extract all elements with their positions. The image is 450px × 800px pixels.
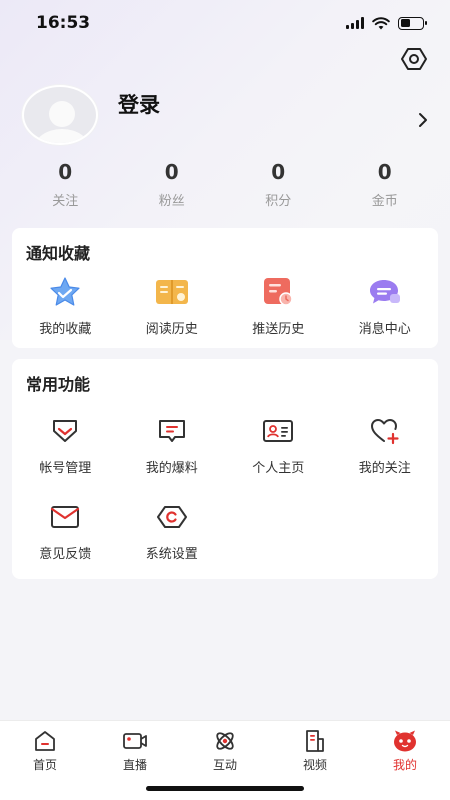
grid-label: 阅读历史 [145, 322, 198, 337]
settings-hexagon-icon [401, 48, 427, 70]
grid-label: 我的收藏 [39, 322, 92, 337]
grid-label: 帐号管理 [39, 461, 92, 476]
my-favorites-button[interactable]: 我的收藏 [12, 274, 119, 360]
system-settings-button[interactable]: 系统设置 [119, 499, 226, 585]
notify-grid: 我的收藏 阅读历史 推送历史 消息中心 [12, 274, 438, 360]
section-title: 通知收藏 [26, 244, 91, 263]
stat-value: 0 [271, 160, 286, 184]
camera-icon [122, 729, 148, 753]
stat-points[interactable]: 0 积分 [225, 160, 332, 209]
grid-label: 我的爆料 [145, 461, 198, 476]
common-grid: 帐号管理 我的爆料 个人主页 我的关注 意见反馈 系统设置 [12, 413, 438, 585]
common-card: 常用功能 帐号管理 我的爆料 个人主页 我的关注 意见反馈 系统设置 [12, 359, 438, 579]
tab-label: 视频 [302, 758, 327, 772]
message-center-button[interactable]: 消息中心 [332, 274, 439, 360]
mine-mascot-icon [392, 729, 418, 753]
stat-label: 金币 [371, 194, 398, 209]
personal-home-button[interactable]: 个人主页 [225, 413, 332, 499]
feedback-button[interactable]: 意见反馈 [12, 499, 119, 585]
video-doc-icon [302, 729, 328, 753]
grid-label: 个人主页 [252, 461, 305, 476]
stat-value: 0 [164, 160, 179, 184]
home-icon [32, 729, 58, 753]
grid-label: 消息中心 [358, 322, 411, 337]
heart-plus-icon [367, 413, 403, 449]
wifi-icon [372, 16, 390, 29]
grid-label: 意见反馈 [39, 547, 92, 562]
star-icon [47, 274, 83, 310]
chat-bubble-icon [367, 274, 403, 310]
tab-home[interactable]: 首页 [0, 721, 90, 800]
my-follows-button[interactable]: 我的关注 [332, 413, 439, 499]
signal-icon [346, 17, 364, 29]
stat-label: 积分 [265, 194, 292, 209]
stat-value: 0 [58, 160, 73, 184]
avatar[interactable] [22, 85, 98, 145]
tab-label: 直播 [122, 758, 147, 772]
status-bar: 16:53 [0, 0, 450, 46]
stat-label: 关注 [52, 194, 79, 209]
chevron-right-icon[interactable] [414, 111, 432, 129]
envelope-icon [47, 499, 83, 535]
battery-icon [398, 16, 427, 30]
stat-coins[interactable]: 0 金币 [332, 160, 439, 209]
my-reports-button[interactable]: 我的爆料 [119, 413, 226, 499]
stats-row: 0 关注 0 粉丝 0 积分 0 金币 [12, 160, 438, 209]
stat-label: 粉丝 [158, 194, 185, 209]
grid-label: 推送历史 [252, 322, 305, 337]
tab-label: 首页 [32, 758, 57, 772]
tab-label: 互动 [212, 758, 237, 772]
home-indicator [146, 786, 304, 791]
book-icon [154, 274, 190, 310]
stat-follow[interactable]: 0 关注 [12, 160, 119, 209]
section-title: 常用功能 [26, 375, 91, 394]
status-time: 16:53 [36, 13, 91, 33]
stat-value: 0 [377, 160, 392, 184]
stat-fans[interactable]: 0 粉丝 [119, 160, 226, 209]
notify-card: 通知收藏 我的收藏 阅读历史 推送历史 消息中心 [12, 228, 438, 348]
account-manage-button[interactable]: 帐号管理 [12, 413, 119, 499]
grid-label: 我的关注 [358, 461, 411, 476]
id-card-icon [260, 413, 296, 449]
push-history-button[interactable]: 推送历史 [225, 274, 332, 360]
login-label[interactable]: 登录 [118, 89, 414, 119]
status-icons [346, 16, 427, 30]
message-icon [154, 413, 190, 449]
settings-hex-icon [154, 499, 190, 535]
reading-history-button[interactable]: 阅读历史 [119, 274, 226, 360]
profile-row[interactable]: 登录 [22, 82, 432, 148]
push-history-icon [260, 274, 296, 310]
interact-icon [212, 729, 238, 753]
account-icon [47, 413, 83, 449]
tab-mine[interactable]: 我的 [360, 721, 450, 800]
grid-label: 系统设置 [145, 547, 198, 562]
settings-button[interactable] [400, 45, 428, 73]
tab-label: 我的 [392, 758, 417, 772]
